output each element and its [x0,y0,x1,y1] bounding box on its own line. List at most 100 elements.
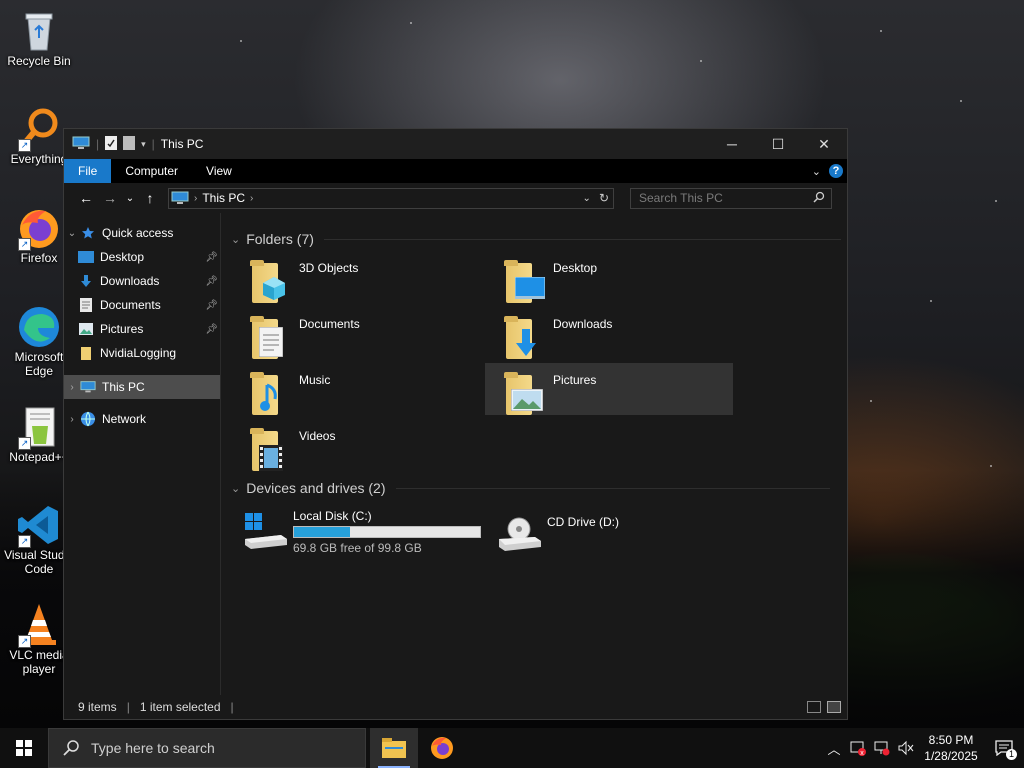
3d-objects-folder-icon [247,257,295,305]
pin-icon: 📌︎ [205,275,218,287]
folder-documents[interactable]: Documents [241,311,489,363]
customize-toolbar-dropdown-icon[interactable]: ▾ [141,139,146,150]
address-dropdown-icon[interactable]: ⌄ [579,193,595,204]
folder-pictures[interactable]: Pictures [485,363,733,415]
back-arrow-icon: ← [79,190,93,206]
chevron-up-icon: ︿ [827,741,841,757]
documents-folder-icon [247,313,295,361]
file-explorer-window: | ▾ | This PC ─ ☐ ✕ File Computer View ⌄… [63,128,848,720]
drive-name: CD Drive (D:) [547,515,619,529]
pin-icon: 📌︎ [205,323,218,335]
nav-quick-access[interactable]: ⌄ Quick access [64,221,220,245]
desktop-icon-label: Recycle Bin [7,54,71,68]
drive-local-disk-c[interactable]: Local Disk (C:) 69.8 GB free of 99.8 GB [241,509,481,557]
folder-3d-objects[interactable]: 3D Objects [241,255,489,307]
group-title: Folders (7) [246,231,314,247]
nav-item-pictures[interactable]: Pictures 📌︎ [64,317,220,341]
action-center-button[interactable]: 1 [984,728,1024,768]
search-icon[interactable] [813,191,825,206]
maximize-button[interactable]: ☐ [755,129,801,159]
back-button[interactable]: ← [74,190,98,206]
folder-label: 3D Objects [299,261,359,275]
pictures-folder-icon [501,369,549,417]
window-title: This PC [160,137,204,151]
folder-label: Pictures [553,373,597,387]
status-bar: 9 items | 1 item selected | [64,695,847,719]
folder-downloads[interactable]: Downloads [495,311,743,363]
details-view-button[interactable] [807,701,821,713]
picture-icon [78,321,94,337]
breadcrumb-this-pc[interactable]: This PC [202,191,245,205]
chevron-right-icon[interactable]: › [64,382,80,393]
nav-item-network[interactable]: › Network [64,407,220,431]
expand-ribbon-chevron-icon[interactable]: ⌄ [812,165,821,178]
nav-label: Downloads [100,274,160,288]
volume-tray-icon[interactable] [894,728,918,768]
forward-button[interactable]: → [98,190,122,206]
folder-label: Videos [299,429,336,443]
network-disconnected-icon [874,741,890,756]
chevron-right-icon[interactable]: › [64,414,80,425]
folder-label: Music [299,373,331,387]
show-hidden-icons-button[interactable]: ︿ [822,728,846,768]
nav-label: Pictures [100,322,144,336]
desktop-icon-recycle-bin[interactable]: Recycle Bin [0,8,78,68]
nav-item-downloads[interactable]: Downloads 📌︎ [64,269,220,293]
tab-file[interactable]: File [64,159,112,183]
folder-videos[interactable]: Videos [241,423,489,475]
taskbar-file-explorer[interactable] [370,728,418,768]
nav-item-nvidialogging[interactable]: NvidiaLogging [64,341,220,365]
nav-label: Network [102,412,147,426]
search-box[interactable] [630,187,832,209]
pin-icon: 📌︎ [205,251,218,263]
title-bar[interactable]: | ▾ | This PC ─ ☐ ✕ [64,129,847,159]
firefox-icon [431,737,453,759]
chevron-down-icon: ⌄ [231,482,241,495]
navigation-pane: ⌄ Quick access Desktop 📌︎ Downloads 📌︎ D… [64,213,221,696]
properties-icon[interactable] [105,135,118,153]
tab-view[interactable]: View [192,159,246,183]
recent-locations-button[interactable]: ⌄ [122,193,138,204]
tab-computer[interactable]: Computer [111,159,192,183]
large-icons-view-button[interactable] [827,701,841,713]
nav-label: Quick access [102,226,174,240]
content-pane: ⌄ Folders (7) 3D Objects Desktop Documen… [221,213,847,696]
close-button[interactable]: ✕ [801,129,847,159]
nav-item-documents[interactable]: Documents 📌︎ [64,293,220,317]
address-bar[interactable]: › This PC › ⌄ ↻ [168,187,614,209]
refresh-icon[interactable]: ↻ [595,191,613,205]
notification-count-badge: 1 [1006,749,1017,760]
new-folder-icon[interactable] [123,135,136,153]
forward-arrow-icon: → [103,190,117,206]
search-input[interactable] [637,190,801,206]
drive-name: Local Disk (C:) [293,509,372,523]
nav-item-desktop[interactable]: Desktop 📌︎ [64,245,220,269]
folder-music[interactable]: Music [241,367,489,419]
drive-cd-d[interactable]: CD Drive (D:) [495,509,619,557]
help-icon[interactable]: ? [829,164,843,178]
this-pc-icon [72,136,90,153]
this-pc-icon [171,191,189,205]
up-button[interactable]: ↑ [138,190,162,206]
breadcrumb-separator-icon[interactable]: › [250,193,253,204]
taskbar-search[interactable] [48,728,366,768]
clock[interactable]: 8:50 PM 1/28/2025 [918,732,984,764]
minimize-button[interactable]: ─ [709,129,755,159]
taskbar-search-input[interactable] [89,739,353,757]
drive-free-space: 69.8 GB free of 99.8 GB [293,541,422,555]
security-warning-tray-icon[interactable]: x [846,728,870,768]
volume-muted-icon [898,740,914,756]
taskbar-firefox[interactable] [418,728,466,768]
drives-group-header[interactable]: ⌄ Devices and drives (2) [231,475,836,501]
notepad-plus-plus-icon: ↗ [16,404,62,450]
this-pc-icon [80,379,96,395]
drive-usage-bar [293,526,481,538]
folder-desktop[interactable]: Desktop [495,255,743,307]
svg-text:x: x [860,750,864,756]
nav-item-this-pc[interactable]: › This PC [64,375,220,399]
start-button[interactable] [0,728,48,768]
network-tray-icon[interactable] [870,728,894,768]
chevron-down-icon[interactable]: ⌄ [64,228,80,239]
folders-group-header[interactable]: ⌄ Folders (7) [231,226,847,252]
ribbon-tabs: File Computer View ⌄ ? [64,159,847,183]
